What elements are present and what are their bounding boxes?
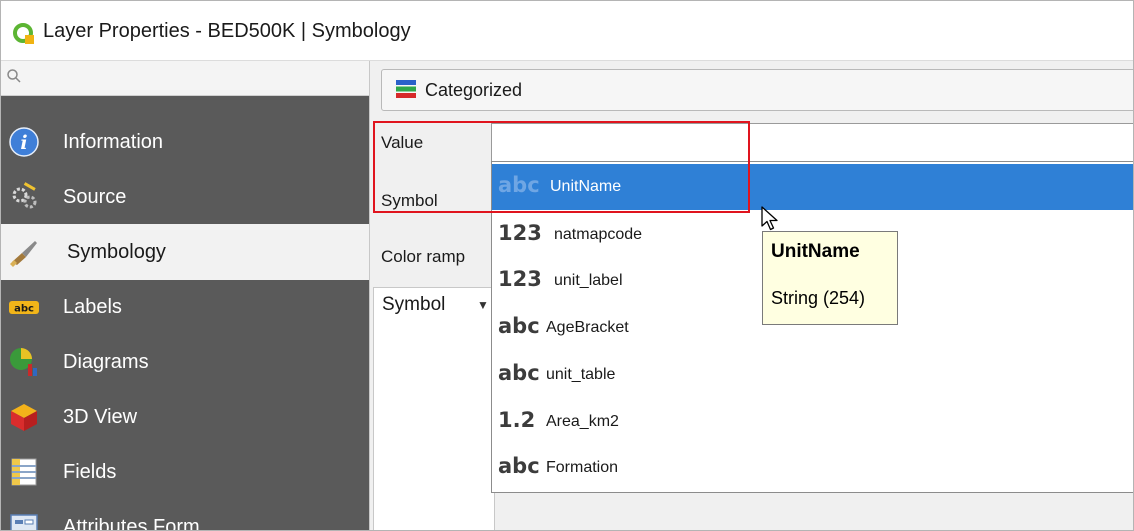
field-tooltip: UnitName String (254) [762,231,898,325]
field-option-area-km2[interactable]: 1.2 Area_km2 [492,399,1133,445]
tooltip-title: UnitName [771,241,860,262]
classes-table: Symbol ▼ [373,287,495,530]
title-bar: Layer Properties - BED500K | Symbology [1,1,1133,61]
sidebar-item-label: Information [63,131,164,153]
mouse-cursor-icon [761,206,778,231]
sidebar-item-label: Labels [63,296,122,318]
info-icon: i [9,127,39,157]
window-title: Layer Properties - BED500K | Symbology [43,20,411,42]
field-option-unit-table[interactable]: abc unit_table [492,352,1133,398]
sidebar-item-label: Fields [63,461,117,483]
field-type-badge: 123 [498,221,542,245]
symbol-column-header[interactable]: Symbol [382,294,445,316]
renderer-type-value: Categorized [425,80,523,100]
annotation-highlight-box [373,121,750,213]
form-icon [10,514,38,530]
fields-icon [11,458,37,486]
sidebar-item-labels[interactable]: abc Labels [1,279,369,335]
sidebar-item-fields[interactable]: Fields [1,444,369,500]
field-name: Formation [546,459,619,476]
qgis-logo-icon [13,23,34,44]
svg-text:abc: abc [14,304,34,315]
field-name: AgeBracket [546,319,629,336]
sidebar-item-label: Symbology [67,241,166,263]
diagrams-icon [10,348,37,376]
search-field[interactable] [1,61,369,96]
field-name: unit_label [554,272,623,289]
source-icon [12,182,37,209]
sidebar-item-diagrams[interactable]: Diagrams [1,334,369,390]
sidebar-item-source[interactable]: Source [1,169,369,225]
tooltip-subtitle: String (254) [771,288,866,308]
field-name: unit_table [546,366,616,383]
field-type-badge: 123 [498,267,542,291]
sidebar: i Information Source Symbology abc Label… [1,61,370,531]
field-type-badge: abc [498,361,540,385]
sidebar-item-label: Diagrams [63,351,149,373]
abc-label-icon: abc [9,301,39,315]
sidebar-item-symbology[interactable]: Symbology [1,224,369,280]
categorized-icon [396,80,416,98]
sidebar-item-label: 3D View [63,406,138,428]
field-name: natmapcode [554,226,643,243]
sidebar-item-attributes-form[interactable]: Attributes Form [1,499,369,531]
cube-icon [11,404,37,431]
layer-properties-window: Layer Properties - BED500K | Symbology i… [0,0,1134,531]
field-type-badge: abc [498,454,540,478]
field-type-badge: abc [498,314,540,338]
field-type-badge: 1.2 [498,408,536,432]
sidebar-item-3d-view[interactable]: 3D View [1,389,369,445]
paintbrush-icon [10,241,37,267]
field-option-formation[interactable]: abc Formation [492,445,1133,491]
sidebar-item-label: Attributes Form [63,516,200,531]
chevron-down-icon: ▼ [477,298,489,312]
sidebar-item-label: Source [63,186,127,208]
sidebar-item-information[interactable]: i Information [1,114,369,170]
search-icon [7,69,21,83]
renderer-type-select[interactable]: Categorized [381,69,1133,111]
color-ramp-label: Color ramp [381,247,466,266]
field-name: Area_km2 [546,413,619,430]
svg-text:i: i [20,132,27,154]
